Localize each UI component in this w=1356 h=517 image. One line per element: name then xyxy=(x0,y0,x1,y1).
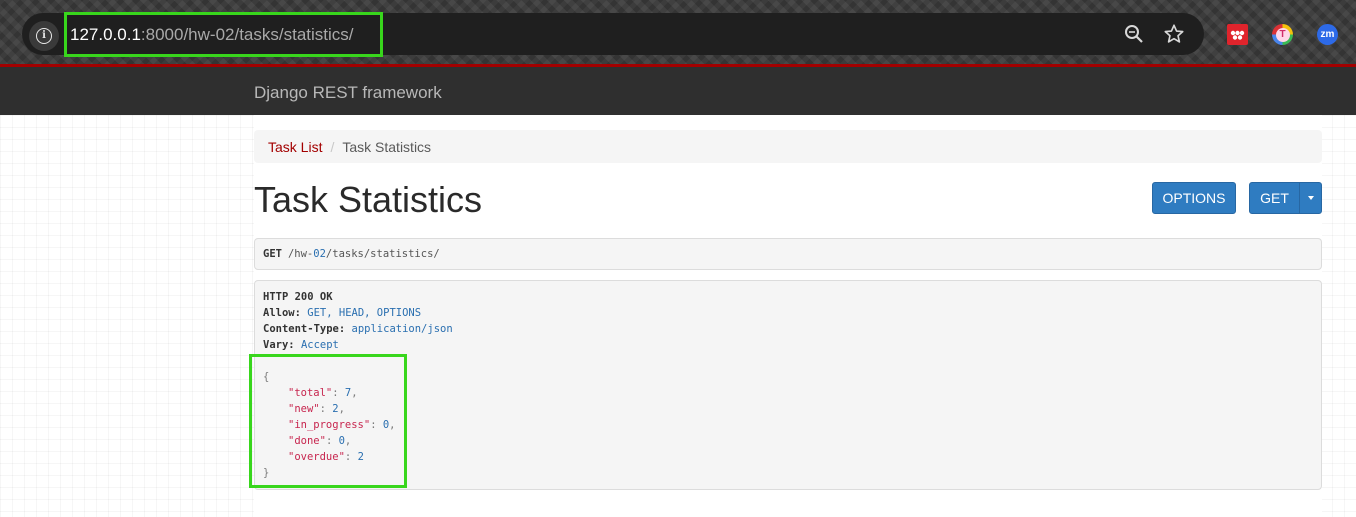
mendeley-logo-icon xyxy=(1230,30,1245,40)
zoom-extension-icon[interactable]: zm xyxy=(1317,24,1338,45)
page-title: Task Statistics xyxy=(254,179,483,220)
request-method: GET xyxy=(263,248,282,260)
request-path-accent: 02 xyxy=(313,248,326,260)
response-status: HTTP 200 OK xyxy=(263,291,333,303)
header-value: GET, HEAD, OPTIONS xyxy=(307,307,422,319)
mendeley-extension-icon[interactable] xyxy=(1227,24,1248,45)
breadcrumb-separator: / xyxy=(330,138,335,155)
breadcrumb-item-task-list[interactable]: Task List xyxy=(268,139,322,155)
request-path-prefix: /hw- xyxy=(287,248,314,260)
request-path: /hw-02/tasks/statistics/ xyxy=(288,248,440,260)
get-format-dropdown-button[interactable] xyxy=(1299,182,1322,214)
options-button[interactable]: OPTIONS xyxy=(1152,182,1236,214)
zoom-icon[interactable] xyxy=(1124,24,1144,44)
response-header: Allow: GET, HEAD, OPTIONS xyxy=(263,305,421,321)
star-icon[interactable] xyxy=(1163,23,1185,45)
header-value: application/json xyxy=(351,323,453,335)
url-highlight-box xyxy=(64,12,383,57)
navbar-brand[interactable]: Django REST framework xyxy=(254,83,442,103)
t-extension-icon[interactable]: T xyxy=(1272,24,1293,45)
drf-navbar: Django REST framework xyxy=(0,64,1356,115)
json-highlight-box xyxy=(249,354,407,488)
info-icon: i xyxy=(36,28,52,44)
get-button[interactable]: GET xyxy=(1249,182,1300,214)
response-header: Vary: Accept xyxy=(263,337,339,353)
response-header: Content-Type: application/json xyxy=(263,321,453,337)
t-extension-label: T xyxy=(1275,27,1290,42)
breadcrumb: Task List / Task Statistics xyxy=(254,130,1322,163)
header-value: Accept xyxy=(300,339,339,351)
header-name: Vary: xyxy=(263,339,295,351)
breadcrumb-item-task-statistics: Task Statistics xyxy=(342,138,432,155)
header-name: Allow: xyxy=(263,307,301,319)
request-info: GET /hw-02/tasks/statistics/ xyxy=(254,238,1322,270)
response-info: HTTP 200 OK Allow: GET, HEAD, OPTIONS Co… xyxy=(254,280,1322,490)
header-name: Content-Type: xyxy=(263,323,346,335)
site-info-button[interactable]: i xyxy=(29,21,59,51)
caret-down-icon xyxy=(1307,196,1314,200)
request-path-suffix: /tasks/statistics/ xyxy=(325,248,440,260)
